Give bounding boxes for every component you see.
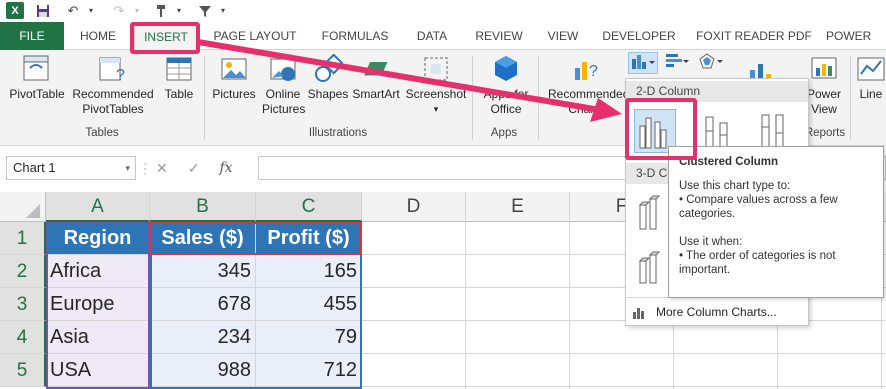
tooltip-bullet-2: • The order of categories is not importa… bbox=[679, 250, 836, 276]
column-header-e[interactable]: E bbox=[466, 192, 570, 222]
filter-dropdown-icon[interactable]: ▾ bbox=[218, 2, 228, 19]
group-tables-label: Tables bbox=[85, 127, 119, 139]
online-pictures-button[interactable]: Online Pictures bbox=[262, 54, 305, 117]
clustered-column-tooltip: Clustered Column Use this chart type to:… bbox=[668, 146, 884, 298]
screenshot-button[interactable]: Screenshot ▾ bbox=[404, 54, 468, 117]
insert-radar-chart-button[interactable] bbox=[696, 52, 726, 74]
pictures-button[interactable]: Pictures bbox=[208, 54, 260, 102]
table-icon bbox=[164, 54, 194, 84]
tab-foxit-reader-pdf[interactable]: FOXIT READER PDF bbox=[692, 22, 816, 50]
smartart-icon bbox=[361, 54, 391, 84]
stacked-column-icon bbox=[705, 116, 728, 148]
smartart-button[interactable]: SmartArt bbox=[350, 54, 402, 102]
apps-for-office-button[interactable]: Apps for Office bbox=[476, 54, 536, 117]
filter-icon[interactable] bbox=[196, 2, 214, 19]
screenshot-dropdown-icon[interactable]: ▾ bbox=[404, 102, 468, 117]
redo-dropdown-icon[interactable]: ▾ bbox=[132, 2, 142, 19]
undo-dropdown-icon[interactable]: ▾ bbox=[86, 2, 96, 19]
undo-icon[interactable]: ↶ bbox=[64, 2, 82, 19]
redo-icon[interactable]: ↷ bbox=[110, 2, 128, 19]
insert-tab-highlight bbox=[130, 22, 200, 54]
group-illustrations-label: Illustrations bbox=[308, 127, 368, 139]
tab-formulas[interactable]: FORMULAS bbox=[314, 22, 396, 50]
tooltip-use-when: Use it when: bbox=[679, 236, 743, 248]
pivottable-icon bbox=[22, 54, 52, 84]
tab-page-layout[interactable]: PAGE LAYOUT bbox=[206, 22, 304, 50]
column-header-d[interactable]: D bbox=[362, 192, 466, 222]
row-header-1[interactable]: 1 bbox=[0, 222, 46, 255]
save-icon[interactable] bbox=[34, 2, 52, 19]
tab-review[interactable]: REVIEW bbox=[468, 22, 530, 50]
svg-text:?: ? bbox=[589, 63, 598, 80]
recommended-pivottables-icon: ? bbox=[98, 54, 128, 84]
recommended-charts-icon: ? bbox=[571, 54, 601, 84]
tab-file[interactable]: FILE bbox=[0, 22, 64, 50]
group-separator bbox=[850, 56, 851, 140]
line-sparkline-button[interactable]: Line bbox=[856, 54, 886, 102]
row-header-2[interactable]: 2 bbox=[0, 255, 46, 288]
range-highlight-labels bbox=[46, 222, 150, 389]
formula-buttons: ✕ ✓ fx bbox=[144, 156, 256, 180]
tab-developer[interactable]: DEVELOPER bbox=[596, 22, 682, 50]
select-all-corner[interactable] bbox=[0, 192, 46, 222]
pivottable-button[interactable]: PivotTable bbox=[6, 54, 68, 102]
tab-data[interactable]: DATA bbox=[406, 22, 458, 50]
group-apps-label: Apps bbox=[490, 127, 518, 139]
shapes-icon bbox=[313, 53, 345, 84]
online-pictures-icon bbox=[268, 54, 298, 84]
bar-chart-icon bbox=[666, 54, 689, 67]
svg-text:?: ? bbox=[116, 67, 125, 84]
excel-logo-icon: X bbox=[6, 2, 24, 19]
line-sparkline-icon bbox=[856, 54, 886, 84]
clustered-column-highlight bbox=[625, 98, 697, 160]
quick-access-toolbar: X ↶ ▾ ↷ ▾ ▾ ▾ bbox=[0, 0, 886, 22]
shapes-button[interactable]: Shapes bbox=[306, 53, 350, 102]
screenshot-icon bbox=[421, 54, 451, 84]
insert-column-chart-button[interactable] bbox=[628, 52, 658, 74]
radar-chart-icon bbox=[699, 53, 723, 69]
100-stacked-column-icon bbox=[761, 114, 784, 148]
tab-view[interactable]: VIEW bbox=[540, 22, 586, 50]
insert-function-icon[interactable]: fx bbox=[219, 160, 232, 176]
recommended-pivottables-button[interactable]: ? Recommended PivotTables bbox=[70, 54, 156, 117]
group-separator bbox=[538, 56, 539, 140]
row-header-3[interactable]: 3 bbox=[0, 288, 46, 321]
tooltip-title: Clustered Column bbox=[679, 156, 779, 168]
column-chart-icon bbox=[632, 55, 655, 69]
column-header-c[interactable]: C bbox=[256, 192, 362, 222]
painter-dropdown-icon[interactable]: ▾ bbox=[174, 2, 184, 19]
more-column-charts-link[interactable]: More Column Charts... bbox=[632, 305, 777, 319]
tab-home[interactable]: HOME bbox=[70, 22, 126, 50]
tab-power-query[interactable]: POWER QU bbox=[826, 22, 886, 71]
name-box[interactable]: Chart 1 ▾ bbox=[6, 156, 136, 180]
range-highlight-series-names bbox=[150, 222, 362, 255]
recommended-charts-button[interactable]: ? Recommended Charts bbox=[548, 54, 629, 117]
tooltip-use-to: Use this chart type to: bbox=[679, 180, 791, 192]
row-header-4[interactable]: 4 bbox=[0, 321, 46, 354]
power-view-button[interactable]: Power View bbox=[804, 54, 844, 117]
cancel-icon[interactable]: ✕ bbox=[156, 160, 168, 177]
power-view-icon bbox=[809, 54, 839, 84]
insert-bar-chart-button[interactable] bbox=[662, 52, 692, 74]
tooltip-bullet-1: • Compare values across a few categories… bbox=[679, 194, 838, 220]
column-header-b[interactable]: B bbox=[150, 192, 256, 222]
enter-icon[interactable]: ✓ bbox=[188, 160, 200, 177]
apps-for-office-icon bbox=[491, 54, 521, 84]
pictures-icon bbox=[219, 54, 249, 84]
row-header-5[interactable]: 5 bbox=[0, 354, 46, 387]
format-painter-icon[interactable] bbox=[152, 2, 170, 19]
column-header-a[interactable]: A bbox=[46, 192, 150, 222]
more-charts-icon bbox=[633, 307, 644, 319]
table-button[interactable]: Table bbox=[160, 54, 198, 102]
name-box-dropdown-icon[interactable]: ▾ bbox=[125, 157, 130, 179]
